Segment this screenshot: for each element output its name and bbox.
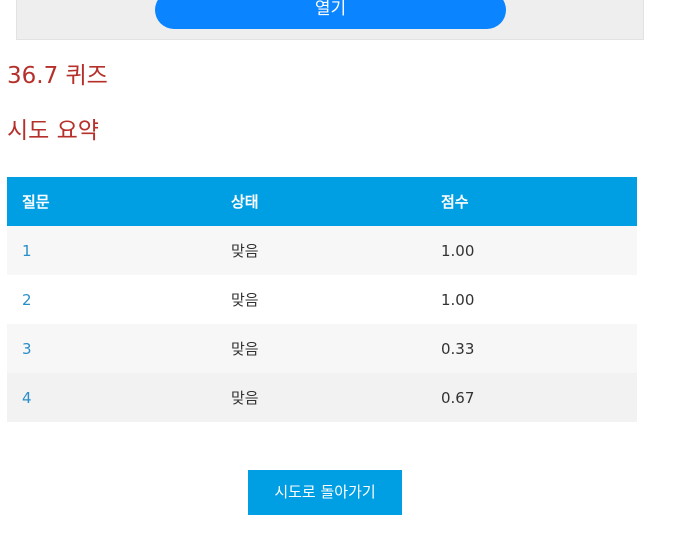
points-cell: 1.00	[426, 275, 637, 324]
status-cell: 맞음	[216, 226, 426, 275]
column-header-status: 상태	[216, 177, 426, 226]
status-cell: 맞음	[216, 373, 426, 422]
open-button[interactable]: 열기	[155, 0, 506, 29]
column-header-points: 점수	[426, 177, 637, 226]
table-row: 2 맞음 1.00	[7, 275, 637, 324]
question-link[interactable]: 3	[22, 340, 32, 358]
question-link[interactable]: 1	[22, 242, 32, 260]
top-panel: 열기	[16, 0, 644, 40]
question-link[interactable]: 4	[22, 389, 32, 407]
open-button-label: 열기	[314, 0, 347, 19]
status-cell: 맞음	[216, 324, 426, 373]
table-row: 1 맞음 1.00	[7, 226, 637, 275]
status-cell: 맞음	[216, 275, 426, 324]
summary-table: 질문 상태 점수 1 맞음 1.00 2 맞음 1.00 3 맞음 0.33 4…	[7, 177, 637, 422]
points-cell: 1.00	[426, 226, 637, 275]
summary-heading: 시도 요약	[7, 118, 99, 144]
points-cell: 0.67	[426, 373, 637, 422]
question-link[interactable]: 2	[22, 291, 32, 309]
table-header-row: 질문 상태 점수	[7, 177, 637, 226]
question-cell: 2	[7, 275, 216, 324]
question-cell: 3	[7, 324, 216, 373]
table-row: 3 맞음 0.33	[7, 324, 637, 373]
table-row: 4 맞음 0.67	[7, 373, 637, 422]
return-to-attempt-button[interactable]: 시도로 돌아가기	[248, 470, 402, 515]
question-cell: 4	[7, 373, 216, 422]
points-cell: 0.33	[426, 324, 637, 373]
quiz-summary-page: 열기 36.7 퀴즈 시도 요약 질문 상태 점수 1 맞음 1.00 2 맞음…	[0, 0, 681, 541]
quiz-title: 36.7 퀴즈	[7, 63, 108, 89]
column-header-question: 질문	[7, 177, 216, 226]
question-cell: 1	[7, 226, 216, 275]
